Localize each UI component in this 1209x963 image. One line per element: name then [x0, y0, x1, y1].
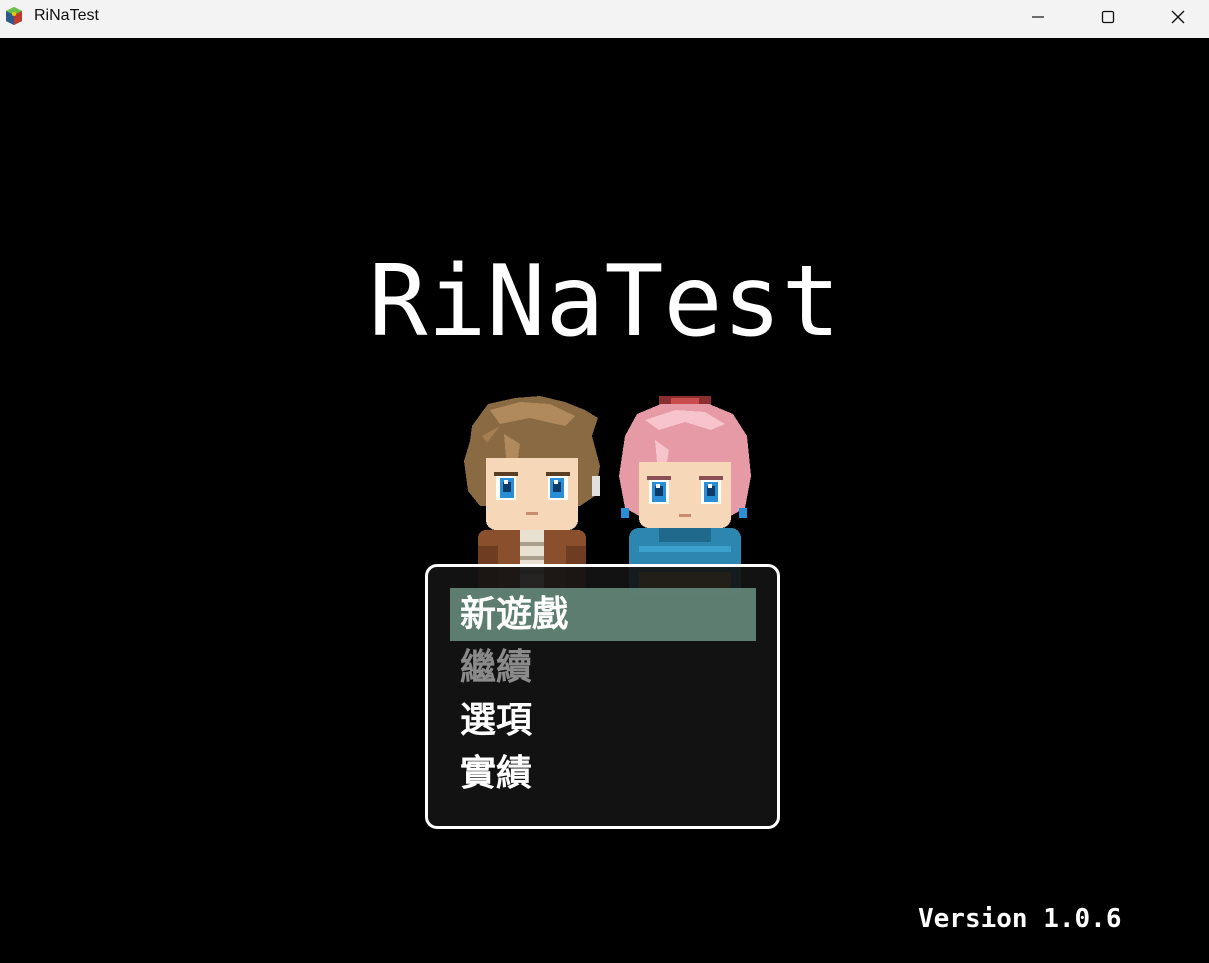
menu-item-new-game[interactable]: 新遊戲 — [450, 588, 756, 641]
maximize-icon — [1101, 10, 1115, 24]
game-window: RiNaTest RiNaTest 新遊戲 繼續 選項 實績 Version 1… — [0, 0, 1209, 963]
game-title: RiNaTest — [368, 245, 841, 359]
menu-item-continue[interactable]: 繼續 — [450, 641, 756, 694]
title-menu-window: 新遊戲 繼續 選項 實績 — [425, 564, 780, 829]
title-menu: 新遊戲 繼續 選項 實績 — [450, 588, 756, 800]
game-canvas[interactable]: RiNaTest 新遊戲 繼續 選項 實績 Version 1.0.6 — [0, 38, 1209, 963]
menu-item-options[interactable]: 選項 — [450, 694, 756, 747]
close-button[interactable] — [1143, 0, 1209, 34]
menu-item-label: 選項 — [460, 700, 533, 741]
close-icon — [1171, 10, 1185, 24]
window-title: RiNaTest — [34, 7, 99, 24]
menu-item-label: 實績 — [460, 753, 533, 794]
maximize-button[interactable] — [1073, 0, 1143, 34]
minimize-button[interactable] — [1003, 0, 1073, 34]
app-icon — [6, 7, 22, 25]
minimize-icon — [1032, 16, 1044, 18]
menu-item-achievements[interactable]: 實績 — [450, 747, 756, 800]
window-titlebar[interactable]: RiNaTest — [0, 0, 1209, 38]
menu-item-label: 新遊戲 — [460, 594, 569, 635]
menu-item-label: 繼續 — [460, 647, 533, 688]
version-label: Version 1.0.6 — [918, 904, 1122, 934]
